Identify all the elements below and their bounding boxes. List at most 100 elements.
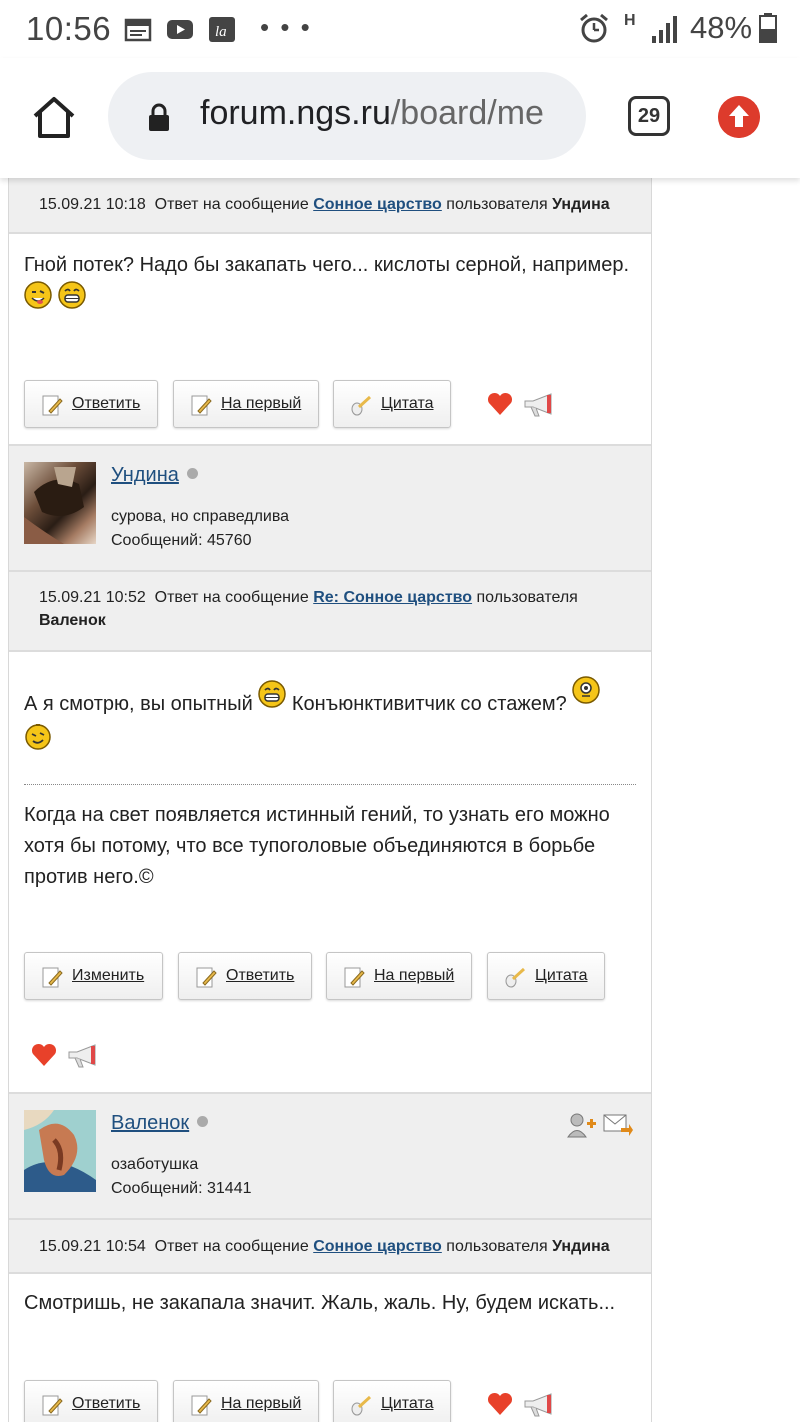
forum-thread: 15.09.21 10:18 Ответ на сообщение Сонное… — [8, 178, 652, 1422]
post-date: 15.09.21 10:52 — [39, 589, 146, 606]
reply-prefix: Ответ на сообщение — [154, 1238, 309, 1255]
tongue-smiley-icon — [24, 281, 52, 309]
author-name: Ундина — [111, 464, 179, 486]
address-bar[interactable]: forum.ngs.ru/board/me — [108, 72, 586, 160]
avatar — [24, 1110, 96, 1192]
browser-toolbar: forum.ngs.ru/board/me 29 — [0, 58, 800, 178]
alarm-icon — [580, 13, 608, 43]
to-first-label: На первый — [221, 1395, 302, 1412]
reply-prefix: Ответ на сообщение — [154, 589, 309, 606]
edit-note-icon — [191, 395, 212, 416]
user-prefix: пользователя — [446, 196, 548, 213]
to-first-label: На первый — [221, 395, 302, 412]
reply-user: Ундина — [552, 196, 610, 213]
topic-link[interactable]: Сонное царство — [313, 1238, 442, 1255]
quote-brush-icon — [351, 1395, 372, 1416]
status-bar: 10:56 la • • • H 48% — [0, 0, 800, 58]
edit-note-icon — [191, 1395, 212, 1416]
edit-note-icon — [42, 395, 63, 416]
author-card: Ундина сурова, но справедлива Сообщений:… — [9, 444, 651, 572]
author-post-count: Сообщений: 45760 — [111, 532, 252, 549]
post-body: Гной потек? Надо бы закапать чего... кис… — [24, 250, 644, 315]
signature-divider — [24, 784, 636, 785]
edit-note-icon — [196, 967, 217, 988]
post-header: 15.09.21 10:52 Ответ на сообщение Re: Со… — [9, 570, 651, 652]
to-first-button[interactable]: На первый — [173, 380, 319, 428]
battery-percent: 48% — [690, 10, 753, 45]
user-prefix: пользователя — [476, 589, 578, 606]
post-signature: Когда на свет появляется истинный гений,… — [24, 804, 610, 888]
url-path: /board/me — [390, 94, 544, 132]
add-friend-icon[interactable] — [567, 1112, 597, 1138]
heart-icon[interactable] — [487, 392, 513, 416]
author-name-link[interactable]: Ундина — [111, 464, 198, 487]
author-card: Валенок озаботушка Сообщений: 31441 — [9, 1092, 651, 1220]
update-arrow-icon[interactable] — [718, 96, 760, 138]
reply-label: Ответить — [72, 1395, 141, 1412]
youtube-icon — [167, 20, 193, 39]
post-header: 15.09.21 10:54 Ответ на сообщение Сонное… — [9, 1218, 651, 1274]
grin-smiley-icon — [57, 281, 86, 309]
author-name: Валенок — [111, 1112, 190, 1134]
megaphone-icon[interactable] — [67, 1043, 101, 1069]
home-icon[interactable] — [30, 94, 78, 140]
edit-note-icon — [42, 967, 63, 988]
status-time: 10:56 — [26, 10, 112, 47]
heart-icon[interactable] — [31, 1043, 57, 1067]
calendar-icon — [124, 18, 152, 42]
reply-button[interactable]: Ответить — [24, 1380, 158, 1422]
reply-button[interactable]: Ответить — [24, 380, 158, 428]
grin-smiley-icon — [258, 680, 287, 708]
avatar-image — [24, 467, 84, 544]
post-text: Смотришь, не закапала значит. Жаль, жаль… — [24, 1292, 616, 1314]
to-first-button[interactable]: На первый — [173, 1380, 319, 1422]
quote-label: Цитата — [381, 395, 434, 412]
author-name-link[interactable]: Валенок — [111, 1112, 209, 1135]
edit-note-icon — [344, 967, 365, 988]
topic-link[interactable]: Сонное царство — [313, 196, 442, 213]
post-text: Гной потек? Надо бы закапать чего... кис… — [24, 254, 630, 276]
monocle-smiley-icon — [572, 676, 601, 704]
heart-icon[interactable] — [487, 1392, 513, 1416]
svg-text:la: la — [215, 24, 227, 40]
url-host: forum.ngs.ru — [200, 94, 391, 132]
megaphone-icon[interactable] — [523, 392, 557, 418]
network-type-label: H — [624, 12, 636, 29]
online-status-dot — [197, 1116, 209, 1127]
post-header: 15.09.21 10:18 Ответ на сообщение Сонное… — [9, 178, 651, 234]
megaphone-icon[interactable] — [523, 1392, 557, 1418]
author-post-count: Сообщений: 31441 — [111, 1180, 252, 1197]
edit-note-icon — [42, 1395, 63, 1416]
quote-label: Цитата — [535, 967, 588, 984]
quote-button[interactable]: Цитата — [487, 952, 605, 1000]
post-text-part-a: А я смотрю, вы опытный — [24, 693, 253, 715]
reply-button[interactable]: Ответить — [178, 952, 312, 1000]
to-first-button[interactable]: На первый — [326, 952, 472, 1000]
quote-brush-icon — [505, 967, 526, 988]
author-status: озаботушка — [111, 1156, 199, 1173]
wink-smiley-icon — [25, 724, 51, 750]
lock-icon — [149, 103, 169, 131]
quote-label: Цитата — [381, 1395, 434, 1412]
quote-button[interactable]: Цитата — [333, 1380, 451, 1422]
send-message-icon[interactable] — [603, 1112, 633, 1138]
reply-user: Ундина — [552, 1238, 610, 1255]
edit-button[interactable]: Изменить — [24, 952, 163, 1000]
tab-switcher-button[interactable]: 29 — [628, 96, 670, 136]
quote-brush-icon — [351, 395, 372, 416]
user-prefix: пользователя — [446, 1238, 548, 1255]
reply-label: Ответить — [226, 967, 295, 984]
url-text: forum.ngs.ru/board/me — [200, 94, 544, 133]
post-text-part-b: Конъюнктивитчик со стажем? — [291, 693, 567, 715]
battery-icon — [759, 13, 777, 43]
signal-icon — [652, 16, 677, 43]
online-status-dot — [186, 468, 198, 479]
author-status: сурова, но справедлива — [111, 508, 290, 525]
post-date: 15.09.21 10:54 — [39, 1238, 146, 1255]
post-body: А я смотрю, вы опытный Конъюнктивитчик с… — [24, 676, 644, 756]
reply-label: Ответить — [72, 395, 141, 412]
to-first-label: На первый — [374, 967, 455, 984]
avatar-image — [24, 1110, 96, 1192]
topic-link[interactable]: Re: Сонное царство — [313, 589, 472, 606]
quote-button[interactable]: Цитата — [333, 380, 451, 428]
